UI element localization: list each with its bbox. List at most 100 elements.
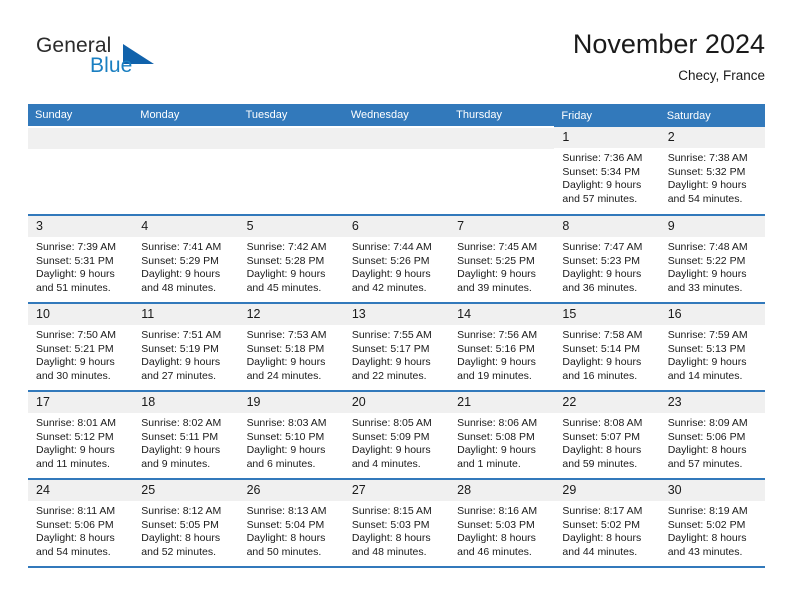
calendar-week-row: 24 Sunrise: 8:11 AM Sunset: 5:06 PM Dayligh… [28, 478, 765, 568]
day-number: 26 [238, 480, 344, 501]
day-detail-line: and 52 minutes. [141, 545, 216, 558]
title-block: November 2024 Checy, France [573, 28, 765, 85]
calendar-day-cell[interactable]: 5 Sunrise: 7:42 AM Sunset: 5:28 PM Daylight… [238, 214, 344, 303]
calendar-header-row: Sunday Monday Tuesday Wednesday Thursday… [28, 104, 765, 127]
day-detail-line: Daylight: 9 hours [36, 268, 115, 281]
calendar-week-row: 3 Sunrise: 7:39 AM Sunset: 5:31 PM Daylight… [28, 214, 765, 303]
calendar-day-cell[interactable]: 16 Sunrise: 7:59 AM Sunset: 5:13 PM Dayligh… [659, 302, 765, 391]
day-number: 22 [554, 392, 660, 413]
day-detail-line: Daylight: 8 hours [246, 532, 326, 545]
day-details: Sunrise: 8:19 AM Sunset: 5:02 PM Daylight:… [660, 501, 765, 559]
day-details: Sunrise: 7:44 AM Sunset: 5:26 PM Daylight:… [344, 237, 449, 295]
day-detail-line: and 14 minutes. [667, 369, 743, 382]
day-detail-line: Daylight: 9 hours [667, 268, 747, 281]
day-detail-line: and 57 minutes. [562, 192, 638, 205]
day-number: 3 [28, 216, 134, 237]
day-detail-line: Sunset: 5:05 PM [141, 518, 219, 531]
calendar-day-cell[interactable]: 21 Sunrise: 8:06 AM Sunset: 5:08 PM Dayligh… [449, 390, 555, 479]
calendar-day-cell[interactable]: 20 Sunrise: 8:05 AM Sunset: 5:09 PM Dayligh… [343, 390, 450, 479]
day-details: Sunrise: 7:51 AM Sunset: 5:19 PM Daylight:… [133, 325, 238, 383]
day-number: 29 [554, 480, 660, 501]
day-number: 11 [133, 304, 239, 325]
day-detail-line: Daylight: 9 hours [246, 356, 326, 369]
day-detail-line: and 54 minutes. [36, 545, 111, 558]
calendar-day-cell[interactable]: 9 Sunrise: 7:48 AM Sunset: 5:22 PM Daylight… [659, 214, 765, 303]
calendar-day-cell[interactable]: 26 Sunrise: 8:13 AM Sunset: 5:04 PM Dayligh… [238, 478, 344, 568]
calendar-day-cell[interactable]: 24 Sunrise: 8:11 AM Sunset: 5:06 PM Dayligh… [28, 478, 134, 568]
calendar-day-cell[interactable]: 23 Sunrise: 8:09 AM Sunset: 5:06 PM Dayligh… [659, 390, 765, 479]
calendar-day-cell[interactable]: 2 Sunrise: 7:38 AM Sunset: 5:32 PM Daylight… [659, 127, 765, 215]
calendar-day-cell[interactable]: 6 Sunrise: 7:44 AM Sunset: 5:26 PM Daylight… [343, 214, 450, 303]
day-details: Sunrise: 7:38 AM Sunset: 5:32 PM Daylight:… [660, 148, 765, 206]
day-details [133, 149, 238, 153]
day-detail-line: Sunrise: 7:48 AM [667, 241, 748, 253]
day-detail-line: and 48 minutes. [351, 545, 427, 558]
day-detail-line: Sunset: 5:02 PM [667, 518, 746, 531]
calendar-day-cell-empty [449, 126, 555, 215]
day-details: Sunrise: 8:11 AM Sunset: 5:06 PM Daylight:… [28, 501, 133, 559]
weekday-header-tuesday: Tuesday [238, 104, 344, 127]
day-detail-line: Sunrise: 7:36 AM [562, 152, 643, 164]
day-number: 13 [343, 304, 450, 325]
day-detail-line: Sunset: 5:26 PM [351, 254, 430, 267]
day-detail-line: and 50 minutes. [246, 545, 322, 558]
day-number: 1 [554, 127, 660, 148]
day-details: Sunrise: 8:16 AM Sunset: 5:03 PM Daylight:… [449, 501, 554, 559]
calendar-day-cell[interactable]: 17 Sunrise: 8:01 AM Sunset: 5:12 PM Dayligh… [28, 390, 134, 479]
calendar-day-cell[interactable]: 14 Sunrise: 7:56 AM Sunset: 5:16 PM Dayligh… [449, 302, 555, 391]
day-detail-line: Sunset: 5:13 PM [667, 342, 746, 355]
day-detail-line: Daylight: 9 hours [36, 444, 115, 457]
calendar-day-cell-empty [28, 126, 134, 215]
calendar-day-cell[interactable]: 13 Sunrise: 7:55 AM Sunset: 5:17 PM Dayligh… [343, 302, 450, 391]
day-detail-line: Sunrise: 8:13 AM [246, 505, 327, 517]
calendar-day-cell[interactable]: 1 Sunrise: 7:36 AM Sunset: 5:34 PM Daylight… [554, 127, 660, 215]
day-detail-line: Sunrise: 7:41 AM [141, 241, 222, 253]
day-detail-line: and 42 minutes. [351, 281, 427, 294]
day-detail-line: Sunset: 5:31 PM [36, 254, 114, 267]
calendar-day-cell[interactable]: 30 Sunrise: 8:19 AM Sunset: 5:02 PM Dayligh… [659, 478, 765, 568]
day-detail-line: Daylight: 9 hours [457, 268, 536, 281]
day-detail-line: Daylight: 9 hours [667, 179, 747, 192]
day-detail-line: Daylight: 9 hours [562, 179, 642, 192]
day-details [28, 149, 133, 153]
calendar-day-cell[interactable]: 10 Sunrise: 7:50 AM Sunset: 5:21 PM Dayligh… [28, 302, 134, 391]
day-detail-line: Daylight: 9 hours [351, 268, 431, 281]
calendar-page: General Blue November 2024 Checy, France… [0, 0, 792, 612]
calendar-day-cell[interactable]: 29 Sunrise: 8:17 AM Sunset: 5:02 PM Dayligh… [554, 478, 660, 568]
calendar-day-cell[interactable]: 12 Sunrise: 7:53 AM Sunset: 5:18 PM Dayligh… [238, 302, 344, 391]
calendar-day-cell[interactable]: 25 Sunrise: 8:12 AM Sunset: 5:05 PM Dayligh… [133, 478, 239, 568]
day-detail-line: Sunset: 5:02 PM [562, 518, 641, 531]
day-number: 24 [28, 480, 134, 501]
day-detail-line: Sunset: 5:12 PM [36, 430, 114, 443]
calendar-day-cell[interactable]: 11 Sunrise: 7:51 AM Sunset: 5:19 PM Dayligh… [133, 302, 239, 391]
calendar-day-cell[interactable]: 19 Sunrise: 8:03 AM Sunset: 5:10 PM Dayligh… [238, 390, 344, 479]
calendar-day-cell[interactable]: 15 Sunrise: 7:58 AM Sunset: 5:14 PM Dayligh… [554, 302, 660, 391]
day-detail-line: Sunset: 5:07 PM [562, 430, 641, 443]
day-detail-line: Daylight: 9 hours [246, 268, 326, 281]
calendar-week-row: 1 Sunrise: 7:36 AM Sunset: 5:34 PM Daylight… [28, 126, 765, 215]
day-detail-line: and 4 minutes. [351, 457, 421, 470]
calendar-day-cell[interactable]: 8 Sunrise: 7:47 AM Sunset: 5:23 PM Daylight… [554, 214, 660, 303]
day-number: 28 [449, 480, 555, 501]
day-detail-line: Daylight: 8 hours [141, 532, 221, 545]
day-detail-line: Sunset: 5:03 PM [457, 518, 535, 531]
calendar-day-cell[interactable]: 22 Sunrise: 8:08 AM Sunset: 5:07 PM Dayligh… [554, 390, 660, 479]
calendar-day-cell[interactable]: 27 Sunrise: 8:15 AM Sunset: 5:03 PM Dayligh… [343, 478, 450, 568]
calendar-day-cell[interactable]: 4 Sunrise: 7:41 AM Sunset: 5:29 PM Daylight… [133, 214, 239, 303]
day-detail-line: and 22 minutes. [351, 369, 427, 382]
day-number [133, 128, 239, 149]
day-detail-line: and 39 minutes. [457, 281, 532, 294]
calendar-day-cell[interactable]: 3 Sunrise: 7:39 AM Sunset: 5:31 PM Daylight… [28, 214, 134, 303]
day-detail-line: Daylight: 9 hours [562, 268, 642, 281]
day-detail-line: Sunset: 5:08 PM [457, 430, 535, 443]
calendar-day-cell[interactable]: 18 Sunrise: 8:02 AM Sunset: 5:11 PM Dayligh… [133, 390, 239, 479]
page-header: General Blue November 2024 Checy, France [28, 28, 765, 96]
day-number: 8 [554, 216, 660, 237]
page-subtitle-location: Checy, France [678, 68, 765, 83]
calendar-week-row: 10 Sunrise: 7:50 AM Sunset: 5:21 PM Dayligh… [28, 302, 765, 391]
calendar-day-cell[interactable]: 7 Sunrise: 7:45 AM Sunset: 5:25 PM Daylight… [449, 214, 555, 303]
weekday-header-monday: Monday [133, 104, 239, 127]
day-detail-line: Sunset: 5:17 PM [351, 342, 430, 355]
day-detail-line: Sunrise: 8:01 AM [36, 417, 116, 429]
calendar-day-cell[interactable]: 28 Sunrise: 8:16 AM Sunset: 5:03 PM Dayligh… [449, 478, 555, 568]
